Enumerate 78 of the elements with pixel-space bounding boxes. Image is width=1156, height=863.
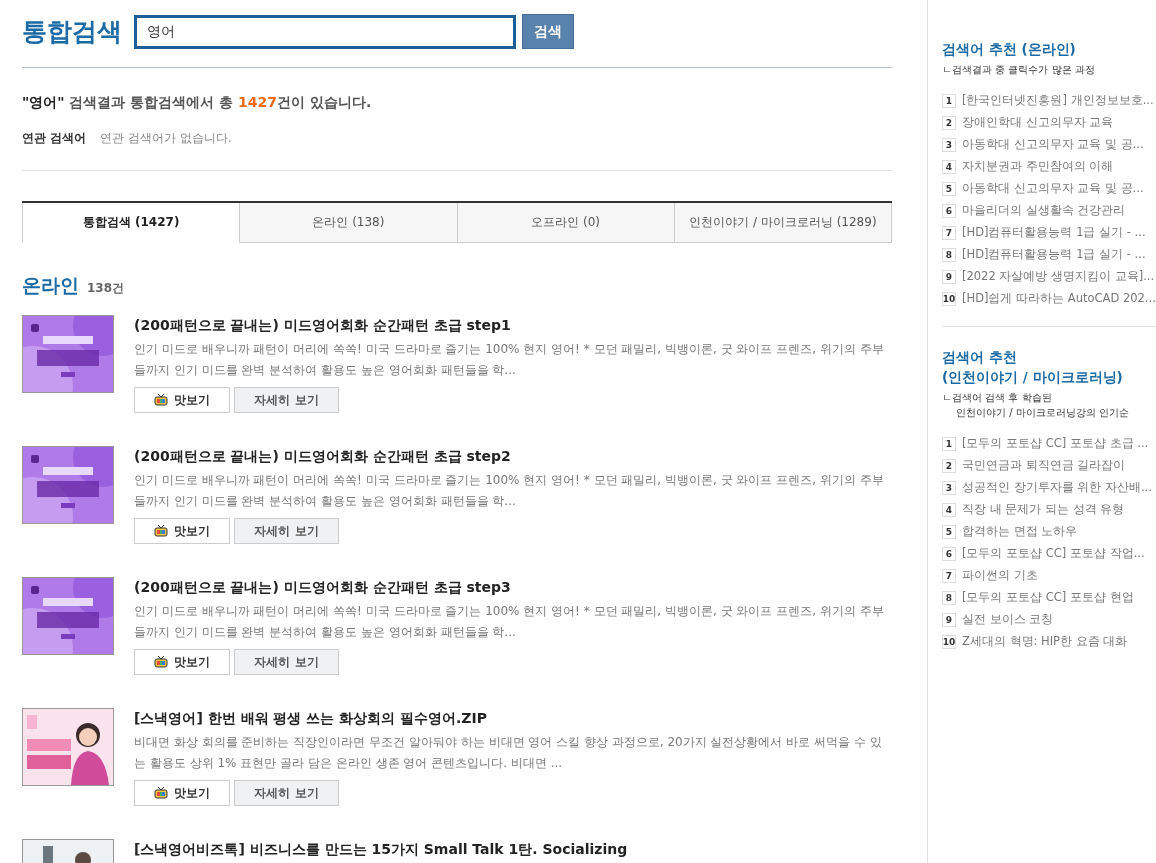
- preview-button[interactable]: 맛보기: [134, 518, 230, 544]
- details-button[interactable]: 자세히 보기: [234, 387, 339, 413]
- recommend-link[interactable]: [HD]컴퓨터활용능력 1급 실기 - ...: [962, 247, 1146, 262]
- rank-number: 8: [942, 590, 956, 605]
- rank-number: 2: [942, 115, 956, 130]
- recommend-link[interactable]: 성공적인 장기투자를 위한 자산배...: [962, 480, 1152, 495]
- rank-number: 4: [942, 159, 956, 174]
- tab[interactable]: 온라인 (138): [240, 203, 458, 243]
- search-button[interactable]: 검색: [522, 14, 574, 49]
- recommend-link[interactable]: 마을리더의 실생활속 건강관리: [962, 203, 1126, 218]
- rank-number: 8: [942, 247, 956, 262]
- related-label: 연관 검색어: [22, 130, 87, 147]
- recommend-link[interactable]: Z세대의 혁명: HIP한 요즘 대화: [962, 634, 1128, 649]
- result-description: 인기 미드로 배우니까 패턴이 머리에 쏙쏙! 미국 드라마로 즐기는 100% 현지 영어! * 모던 패밀리, 빅뱅이론, 굿 와이프 프렌즈, 위기의 주부들까지 인기 미드를 완벽 분석하여 활용도 높은 영어회화 패턴들을 학...: [134, 472, 885, 510]
- recommend-link[interactable]: [모두의 포토샵 CC] 포토샵 작업...: [962, 546, 1145, 561]
- recommend-link[interactable]: [한국인터넷진흥원] 개인정보보호...: [962, 93, 1154, 108]
- details-button[interactable]: 자세히 보기: [234, 518, 339, 544]
- preview-button[interactable]: 맛보기: [134, 649, 230, 675]
- recommend-link[interactable]: 자치분권과 주민참여의 이해: [962, 159, 1114, 174]
- rank-number: 5: [942, 524, 956, 539]
- section-count: 138건: [87, 280, 125, 297]
- tab[interactable]: 오프라인 (0): [457, 203, 675, 243]
- recommend-link[interactable]: 국민연금과 퇴직연금 길라잡이: [962, 458, 1126, 473]
- preview-button[interactable]: 맛보기: [134, 780, 230, 806]
- rank-number: 10: [942, 634, 956, 649]
- result-summary: "영어" 검색결과 통합검색에서 총 1427건이 있습니다.: [22, 94, 373, 112]
- recommend-link[interactable]: [HD]컴퓨터활용능력 1급 실기 - ...: [962, 225, 1146, 240]
- tv-icon: [154, 787, 168, 799]
- related-text: 연관 검색어가 없습니다.: [100, 130, 232, 147]
- recommend-note: ㄴ검색결과 중 클릭수가 많은 과정: [942, 63, 1096, 77]
- recommend-note: ㄴ검색어 검색 후 학습된: [942, 391, 1053, 405]
- rank-number: 7: [942, 225, 956, 240]
- tv-icon: [154, 656, 168, 668]
- recommend-link[interactable]: 장애인학대 신고의무자 교육: [962, 115, 1114, 130]
- rank-number: 10: [942, 291, 956, 306]
- preview-button[interactable]: 맛보기: [134, 387, 230, 413]
- result-title[interactable]: (200패턴으로 끝내는) 미드영어회화 순간패턴 초급 step3: [134, 579, 892, 597]
- recommend-link[interactable]: [모두의 포토샵 CC] 포토샵 현업: [962, 590, 1134, 605]
- section-title: 온라인: [22, 273, 79, 298]
- tab[interactable]: 인천이야기 / 마이크로러닝 (1289): [674, 203, 892, 243]
- recommend-link[interactable]: [모두의 포토샵 CC] 포토샵 초급 ...: [962, 436, 1149, 451]
- result-title[interactable]: [스낵영어비즈톡] 비즈니스를 만드는 15가지 Small Talk 1탄. Socializing: [134, 841, 892, 859]
- recommend-link[interactable]: 합격하는 면접 노하우: [962, 524, 1078, 539]
- result-title[interactable]: (200패턴으로 끝내는) 미드영어회화 순간패턴 초급 step1: [134, 317, 892, 335]
- rank-number: 1: [942, 436, 956, 451]
- recommend-link[interactable]: [2022 자살예방 생명지킴이 교육]...: [962, 269, 1155, 284]
- recommend-link[interactable]: 아동학대 신고의무자 교육 및 공...: [962, 137, 1144, 152]
- rank-number: 1: [942, 93, 956, 108]
- rank-number: 5: [942, 181, 956, 196]
- recommend-link[interactable]: [HD]쉽게 따라하는 AutoCAD 202...: [962, 291, 1156, 306]
- recommend-title: 검색어 추천 (인천이야기 / 마이크로러닝): [942, 348, 1124, 387]
- rank-number: 9: [942, 269, 956, 284]
- result-description: 인기 미드로 배우니까 패턴이 머리에 쏙쏙! 미국 드라마로 즐기는 100% 현지 영어! * 모던 패밀리, 빅뱅이론, 굿 와이프 프렌즈, 위기의 주부들까지 인기 미드를 완벽 분석하여 활용도 높은 영어회화 패턴들을 학...: [134, 603, 885, 641]
- recommend-link[interactable]: 아동학대 신고의무자 교육 및 공...: [962, 181, 1144, 196]
- result-description: 비대면 화상 회의를 준비하는 직장인이라면 무조건 알아둬야 하는 비대면 영어 스킬 향상 과정으로, 20가지 실전상황에서 바로 써먹을 수 있는 활용도 상위 1% 표현만 골라 담은 온라인 생존 영어 콘텐츠입니다. 비대면 ...: [134, 734, 883, 772]
- recommend-title: 검색어 추천 (온라인): [942, 40, 1077, 59]
- search-field[interactable]: 영어: [134, 14, 516, 49]
- recommend-note: 인천이야기 / 마이크로러닝강의 인기순: [955, 406, 1130, 420]
- rank-number: 6: [942, 546, 956, 561]
- tv-icon: [154, 394, 168, 406]
- result-description: 인기 미드로 배우니까 패턴이 머리에 쏙쏙! 미국 드라마로 즐기는 100% 현지 영어! * 모던 패밀리, 빅뱅이론, 굿 와이프 프렌즈, 위기의 주부들까지 인기 미드를 완벽 분석하여 활용도 높은 영어회화 패턴들을 학...: [134, 341, 885, 379]
- recommend-link[interactable]: 실전 보이스 코칭: [962, 612, 1054, 627]
- rank-number: 7: [942, 568, 956, 583]
- result-title[interactable]: (200패턴으로 끝내는) 미드영어회화 순간패턴 초급 step2: [134, 448, 892, 466]
- rank-number: 2: [942, 458, 956, 473]
- page-title: 통합검색: [22, 16, 122, 48]
- rank-number: 4: [942, 502, 956, 517]
- rank-number: 3: [942, 137, 956, 152]
- details-button[interactable]: 자세히 보기: [234, 780, 339, 806]
- details-button[interactable]: 자세히 보기: [234, 649, 339, 675]
- result-title[interactable]: [스낵영어] 한번 배워 평생 쓰는 화상회의 필수영어.ZIP: [134, 710, 892, 728]
- tv-icon: [154, 525, 168, 537]
- rank-number: 3: [942, 480, 956, 495]
- tab[interactable]: 통합검색 (1427): [22, 203, 241, 243]
- rank-number: 9: [942, 612, 956, 627]
- recommend-link[interactable]: 파이썬의 기초: [962, 568, 1038, 583]
- recommend-link[interactable]: 직장 내 문제가 되는 성격 유형: [962, 502, 1125, 517]
- rank-number: 6: [942, 203, 956, 218]
